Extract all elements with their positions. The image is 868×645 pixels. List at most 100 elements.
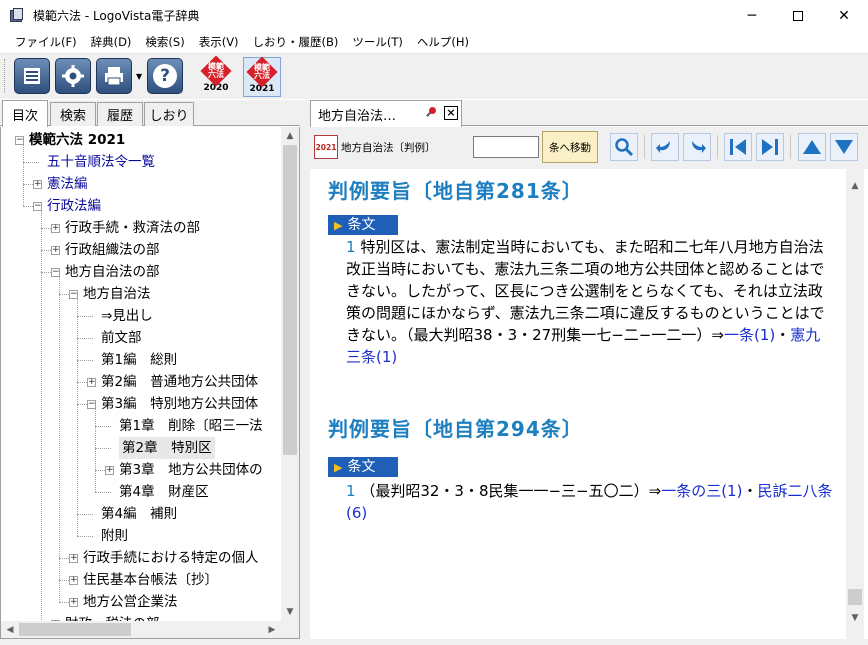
goto-article-button[interactable]: 条へ移動 — [542, 131, 598, 163]
tab-contents[interactable]: 目次 — [2, 100, 48, 127]
up-triangle-icon — [803, 140, 821, 154]
scroll-right-icon[interactable]: ▶ — [263, 621, 281, 638]
panel-splitter[interactable] — [300, 100, 310, 645]
pin-icon[interactable] — [425, 107, 437, 119]
menu-dictionary[interactable]: 辞典(D) — [84, 31, 139, 53]
tree-item[interactable]: 第1編 総則 — [101, 349, 177, 371]
expand-icon[interactable]: + — [69, 576, 78, 585]
content-vertical-scrollbar[interactable]: ▲ ▼ — [846, 169, 864, 639]
tree-connector — [23, 145, 24, 206]
tree-connector — [77, 360, 93, 361]
book-2020-button[interactable]: 模範 六法 2020 — [197, 55, 235, 97]
help-button[interactable]: ? — [147, 58, 183, 94]
collapse-icon[interactable]: − — [33, 202, 42, 211]
help-icon: ? — [153, 64, 177, 88]
close-button[interactable]: ✕ — [821, 0, 867, 31]
collapse-icon[interactable]: − — [87, 400, 96, 409]
triangle-icon: ▶ — [334, 461, 343, 474]
tab-history[interactable]: 履歴 — [97, 102, 143, 126]
menu-view[interactable]: 表示(V) — [192, 31, 246, 53]
tree-item[interactable]: 第3章 地方公共団体の — [119, 459, 263, 481]
tree-connector — [59, 277, 60, 602]
reference-link[interactable]: 一条(1) — [724, 326, 775, 344]
tree-item[interactable]: 附則 — [101, 525, 128, 547]
tree-item[interactable]: 第4章 財産区 — [119, 481, 209, 503]
tree-item[interactable]: 第4編 補則 — [101, 503, 177, 525]
scroll-thumb[interactable] — [283, 145, 297, 455]
find-button[interactable] — [610, 133, 638, 161]
toolbar-grip[interactable] — [4, 59, 7, 93]
expand-icon[interactable]: + — [33, 180, 42, 189]
expand-icon[interactable]: + — [69, 598, 78, 607]
tree-item[interactable]: 第1章 削除〔昭三一法 — [119, 415, 263, 437]
tab-bookmarks[interactable]: しおり — [144, 102, 194, 126]
print-button[interactable] — [96, 58, 132, 94]
menu-bookmark-history[interactable]: しおり・履歴(B) — [246, 31, 346, 53]
tree-item[interactable]: 憲法編 — [47, 173, 88, 195]
close-tab-icon[interactable]: × — [444, 106, 458, 120]
tree-item[interactable]: 第2編 普通地方公共団体 — [101, 371, 258, 393]
expand-icon[interactable]: + — [87, 378, 96, 387]
scroll-up-icon[interactable]: ▲ — [281, 127, 299, 145]
contents-tree[interactable]: − 模範六法 2021 五十音順法令一覧 + 憲法編 − 行政法編 + 行政手続・救済法の部 + 行… — [0, 127, 300, 639]
expand-icon[interactable]: + — [105, 466, 114, 475]
menu-tools[interactable]: ツール(T) — [345, 31, 410, 53]
tree-item[interactable]: 地方自治法 — [83, 283, 151, 305]
previous-item-button[interactable] — [724, 133, 752, 161]
scroll-down-icon[interactable]: ▼ — [281, 603, 299, 621]
tab-search[interactable]: 検索 — [50, 102, 96, 126]
article-number-input[interactable] — [473, 136, 539, 158]
print-dropdown-icon[interactable]: ▼ — [136, 72, 142, 81]
settings-button[interactable] — [55, 58, 91, 94]
tree-horizontal-scrollbar[interactable]: ◀ ▶ — [1, 621, 281, 638]
tree-connector — [95, 492, 111, 493]
tree-item[interactable]: 行政法編 — [47, 195, 101, 217]
tree-item[interactable]: 前文部 — [101, 327, 142, 349]
menu-search[interactable]: 検索(S) — [138, 31, 191, 53]
expand-icon[interactable]: + — [51, 246, 60, 255]
tab-document[interactable]: 地方自治法… × — [310, 100, 462, 127]
collapse-icon[interactable]: − — [69, 290, 78, 299]
app-icon — [9, 7, 25, 24]
forward-button[interactable] — [683, 133, 711, 161]
tree-item[interactable]: 住民基本台帳法〔抄〕 — [83, 569, 218, 591]
tree-item[interactable]: 模範六法 2021 — [29, 129, 125, 151]
scroll-up-button[interactable] — [798, 133, 826, 161]
maximize-button[interactable] — [775, 0, 821, 31]
expand-icon[interactable]: + — [51, 224, 60, 233]
book-badge: 2021 — [314, 135, 338, 159]
list-icon — [24, 68, 40, 84]
menu-file[interactable]: ファイル(F) — [8, 31, 84, 53]
scroll-down-icon[interactable]: ▼ — [846, 609, 864, 627]
scroll-left-icon[interactable]: ◀ — [1, 621, 19, 638]
scroll-up-icon[interactable]: ▲ — [846, 177, 864, 195]
scroll-thumb[interactable] — [19, 623, 131, 636]
tree-item[interactable]: 行政手続・救済法の部 — [65, 217, 200, 239]
minimize-button[interactable]: ─ — [729, 0, 775, 31]
tree-item[interactable]: ⇒見出し — [101, 305, 153, 327]
tree-item[interactable]: 第2章 特別区 — [119, 437, 215, 459]
scroll-down-button[interactable] — [830, 133, 858, 161]
next-item-button[interactable] — [756, 133, 784, 161]
expand-icon[interactable]: + — [69, 554, 78, 563]
tree-item[interactable]: 行政手続における特定の個人 — [83, 547, 259, 569]
reference-link[interactable]: 一条の三(1) — [661, 482, 742, 500]
dictionary-list-button[interactable] — [14, 58, 50, 94]
scroll-thumb[interactable] — [848, 589, 862, 605]
tree-item[interactable]: 第3編 特別地方公共団体 — [101, 393, 258, 415]
tree-item[interactable]: 行政組織法の部 — [65, 239, 160, 261]
menu-help[interactable]: ヘルプ(H) — [410, 31, 476, 53]
book-2021-button[interactable]: 模範 六法 2021 — [243, 56, 281, 97]
tree-item[interactable]: 地方自治法の部 — [65, 261, 160, 283]
tree-connector — [95, 448, 111, 449]
tree-item[interactable]: 地方公営企業法 — [83, 591, 178, 613]
window-bottom-border — [0, 639, 868, 645]
menu-bar: ファイル(F) 辞典(D) 検索(S) 表示(V) しおり・履歴(B) ツール(… — [0, 31, 868, 53]
collapse-icon[interactable]: − — [51, 268, 60, 277]
tree-item[interactable]: 五十音順法令一覧 — [47, 151, 155, 173]
back-button[interactable] — [651, 133, 679, 161]
tree-connector — [77, 338, 93, 339]
tree-vertical-scrollbar[interactable]: ▲ ▼ — [281, 127, 299, 621]
printer-icon — [105, 67, 123, 86]
collapse-icon[interactable]: − — [15, 136, 24, 145]
